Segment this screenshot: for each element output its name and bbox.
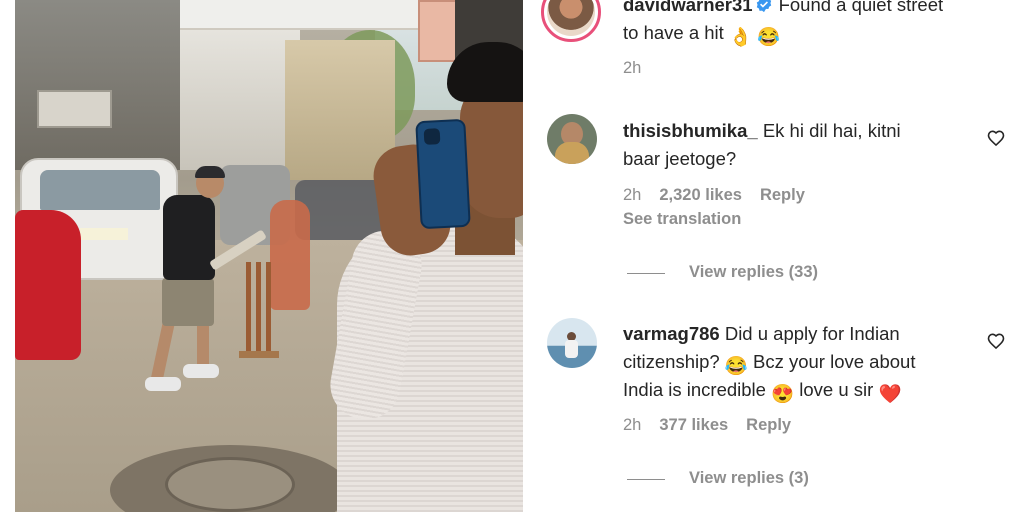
comment-text: citizenship? [623,351,720,372]
avatar[interactable] [547,318,597,368]
comment-line2: baar jeetoge? [623,145,736,173]
heart-eyes-emoji: 😍 [771,383,795,404]
caption: davidwarner31 Found a quiet street [623,0,943,19]
comment-username[interactable]: thisisbhumika_ [623,120,758,141]
view-replies-line [627,479,665,480]
avatar[interactable] [541,0,601,42]
comment-time: 2h [623,186,642,204]
comment-likes[interactable]: 2,320 likes [659,186,742,204]
heart-outline-icon[interactable] [986,128,1006,148]
red-car [15,210,81,360]
stump-base [239,351,279,358]
comment-text: Did u apply for Indian [724,323,900,344]
car-windshield [40,170,160,210]
avatar[interactable] [547,114,597,164]
comment-line1: varmag786 Did u apply for Indian [623,320,900,348]
ok-hand-emoji: 👌 [728,26,752,47]
reply-button[interactable]: Reply [760,186,805,204]
red-heart-emoji: ❤️ [878,383,902,404]
comment-text: Ek hi dil hai, kitni [762,120,901,141]
phone [415,118,471,230]
post-photo[interactable] [15,0,523,512]
caption-text-line2: to have a hit [623,22,724,43]
comment-line1: thisisbhumika_ Ek hi dil hai, kitni [623,117,901,145]
comment-username[interactable]: varmag786 [623,323,720,344]
caption-username[interactable]: davidwarner31 [623,0,753,15]
comment-text: Bcz your love about [753,351,916,372]
building-left [15,0,185,170]
view-replies-button[interactable]: View replies (33) [689,263,818,282]
batter-leg [197,320,209,370]
wicket-keeper [270,200,310,310]
batter-shorts [162,278,214,326]
batter-shoe [183,364,219,378]
comment-line3: India is incredible 😍 love u sir ❤️ [623,376,902,408]
comments-panel: davidwarner31 Found a quiet street to hav… [523,0,1024,512]
comment-time: 2h [623,416,642,434]
verified-badge-icon [756,0,771,13]
hanging-banner [180,0,420,30]
caption-time: 2h [623,59,642,77]
heart-outline-icon[interactable] [986,331,1006,351]
stump [246,262,251,352]
view-replies-line [627,273,665,274]
left-margin [0,0,15,512]
comment-text: love u sir [799,379,874,400]
cricket-stumps [239,262,279,358]
comment-text: India is incredible [623,379,766,400]
batter-cap [195,166,225,178]
license-plate [80,228,128,240]
batter-shoe [145,377,181,391]
stump [256,262,261,352]
view-replies-button[interactable]: View replies (3) [689,469,809,488]
reply-button[interactable]: Reply [746,416,791,434]
caption-text-line1: Found a quiet street [778,0,944,15]
shop-sign [37,90,112,128]
comment-likes[interactable]: 377 likes [659,416,728,434]
see-translation-link[interactable]: See translation [623,210,741,229]
batter [163,195,215,280]
phone-camera [423,128,441,145]
comment-meta: 2h 377 likes Reply [623,416,791,435]
comment-text: baar jeetoge? [623,148,737,169]
stump [266,262,271,352]
manhole-cover [165,457,295,512]
building-middle [180,20,300,170]
comment-meta: 2h 2,320 likes Reply [623,186,805,205]
caption-line2: to have a hit 👌 😂 [623,19,780,51]
laughing-emoji: 😂 [757,26,781,47]
